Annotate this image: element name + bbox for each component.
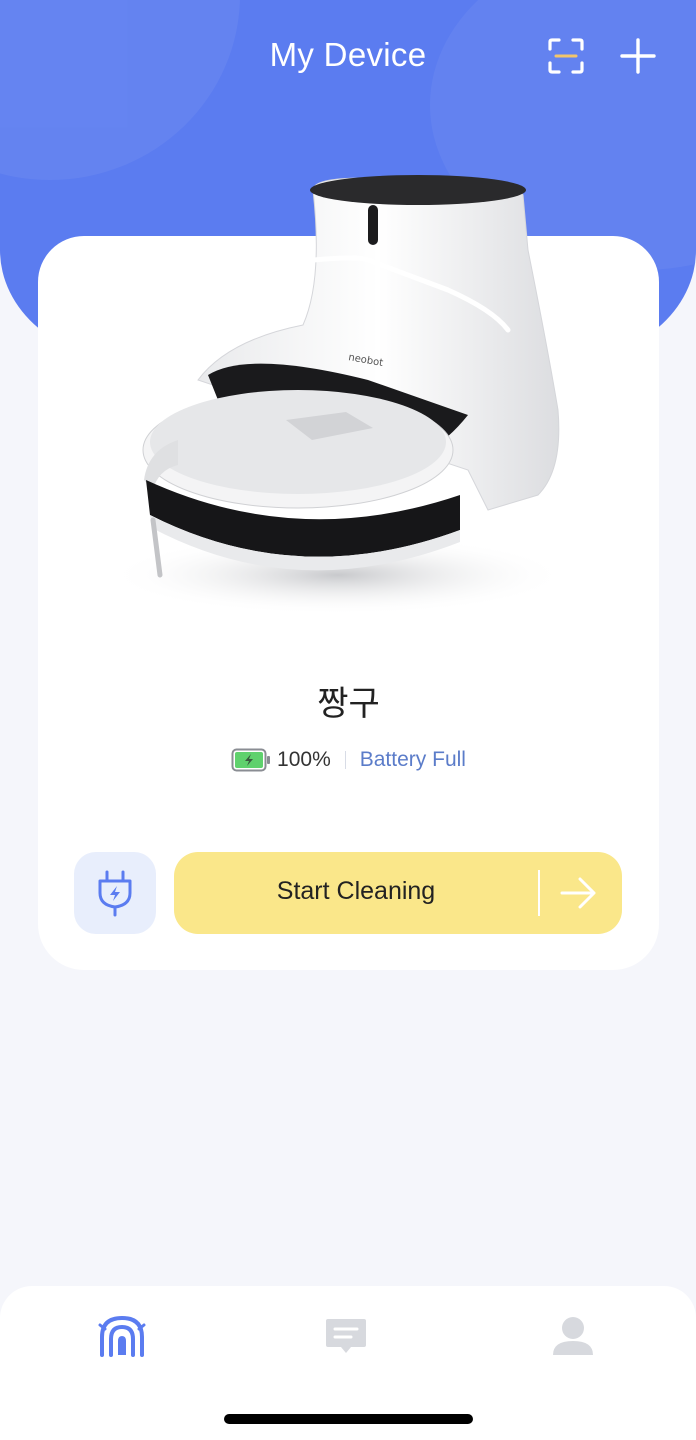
profile-tab[interactable] — [545, 1308, 601, 1364]
scan-icon — [548, 38, 584, 74]
divider — [344, 751, 346, 769]
start-cleaning-label: Start Cleaning — [276, 877, 436, 905]
battery-status-row: 100% Battery Full — [38, 745, 659, 775]
device-name: 짱구 — [317, 684, 380, 724]
scan-button[interactable] — [542, 32, 590, 80]
button-divider — [538, 870, 540, 916]
home-tab[interactable] — [94, 1308, 150, 1364]
robot-home-icon — [98, 1315, 146, 1357]
message-icon — [326, 1319, 366, 1353]
robot-vacuum-image[interactable]: neobot — [98, 150, 598, 630]
home-indicator — [224, 1414, 473, 1424]
recharge-button[interactable] — [74, 852, 156, 934]
battery-charging-icon — [231, 748, 271, 772]
battery-percent: 100% — [277, 748, 331, 771]
plug-icon — [98, 870, 132, 917]
messages-tab[interactable] — [318, 1308, 374, 1364]
battery-status-text: Battery Full — [359, 748, 466, 771]
arrow-right-icon — [560, 877, 596, 909]
start-cleaning-button[interactable]: Start Cleaning — [174, 852, 622, 934]
add-device-button[interactable] — [614, 32, 662, 80]
user-icon — [553, 1317, 593, 1355]
plus-icon — [620, 38, 656, 74]
page-title: My Device — [269, 36, 427, 73]
